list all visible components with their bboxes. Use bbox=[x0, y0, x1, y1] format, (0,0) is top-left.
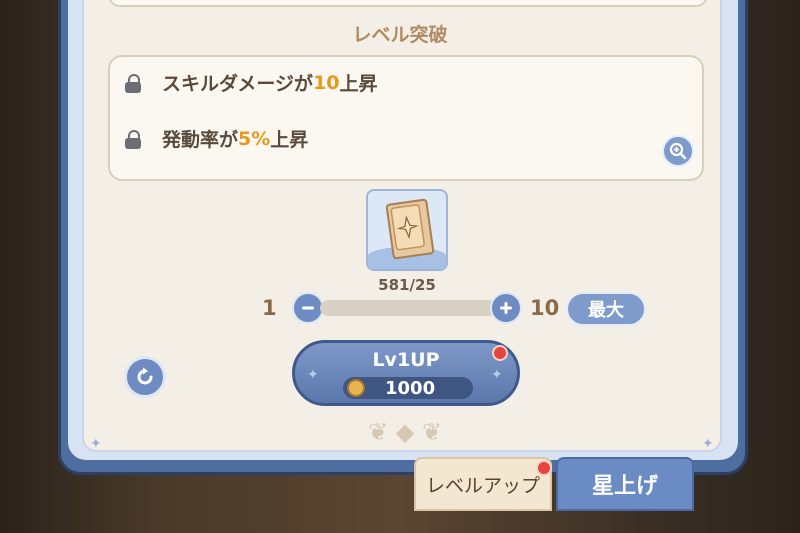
max-button[interactable]: 最大 bbox=[566, 292, 646, 326]
effect-text: スキルダメージが bbox=[162, 73, 314, 95]
level-up-cost: 1000 bbox=[343, 377, 473, 399]
minus-icon bbox=[302, 306, 314, 310]
tab-star-up[interactable]: 星上げ bbox=[556, 457, 694, 511]
effect-value: 10 bbox=[313, 71, 340, 94]
effect-text: 発動率が bbox=[162, 129, 239, 151]
level-up-button[interactable]: Lv1UP 1000 ✦ ✦ bbox=[292, 340, 520, 406]
limit-break-effects-box: スキルダメージが 10 上昇 発動率が 5% 上昇 bbox=[108, 55, 704, 181]
slider-max-label: 10 bbox=[530, 296, 560, 320]
coin-icon bbox=[347, 379, 365, 397]
lock-icon bbox=[124, 129, 142, 149]
level-slider-track[interactable] bbox=[320, 300, 496, 316]
plus-button[interactable] bbox=[490, 292, 522, 324]
lock-icon bbox=[124, 73, 142, 93]
magnifier-plus-icon bbox=[669, 142, 687, 160]
effect-value: 5% bbox=[238, 127, 271, 150]
sparkle-icon: ✦ bbox=[307, 367, 319, 383]
zoom-button[interactable] bbox=[662, 135, 694, 167]
level-up-cost-value: 1000 bbox=[385, 377, 436, 399]
effect-suffix: 上昇 bbox=[270, 129, 309, 151]
section-title: レベル突破 bbox=[352, 24, 448, 46]
refresh-icon bbox=[137, 367, 153, 385]
effect-row-skill-damage: スキルダメージが 10 上昇 bbox=[124, 69, 378, 96]
slider-min-label: 1 bbox=[262, 296, 277, 320]
panel-bottom-ornament: ❦ ◆ ❦ bbox=[368, 418, 442, 446]
level-up-title: Lv1UP bbox=[372, 349, 440, 371]
material-card-slot[interactable] bbox=[366, 189, 448, 271]
tab-level-up-notification-dot bbox=[536, 460, 552, 476]
corner-ornament-icon: ✦ bbox=[702, 436, 714, 452]
tab-level-up[interactable]: レベルアップ bbox=[414, 457, 552, 511]
corner-ornament-icon: ✦ bbox=[90, 436, 102, 452]
previous-section-box bbox=[108, 0, 708, 7]
level-up-notification-dot bbox=[492, 345, 508, 361]
skill-card-icon bbox=[385, 198, 435, 260]
material-count: 581/25 bbox=[378, 276, 436, 294]
reset-button[interactable] bbox=[124, 356, 166, 398]
effect-row-activation-rate: 発動率が 5% 上昇 bbox=[124, 125, 308, 152]
effect-suffix: 上昇 bbox=[339, 73, 378, 95]
plus-icon bbox=[500, 302, 512, 314]
sparkle-icon: ✦ bbox=[491, 367, 503, 383]
